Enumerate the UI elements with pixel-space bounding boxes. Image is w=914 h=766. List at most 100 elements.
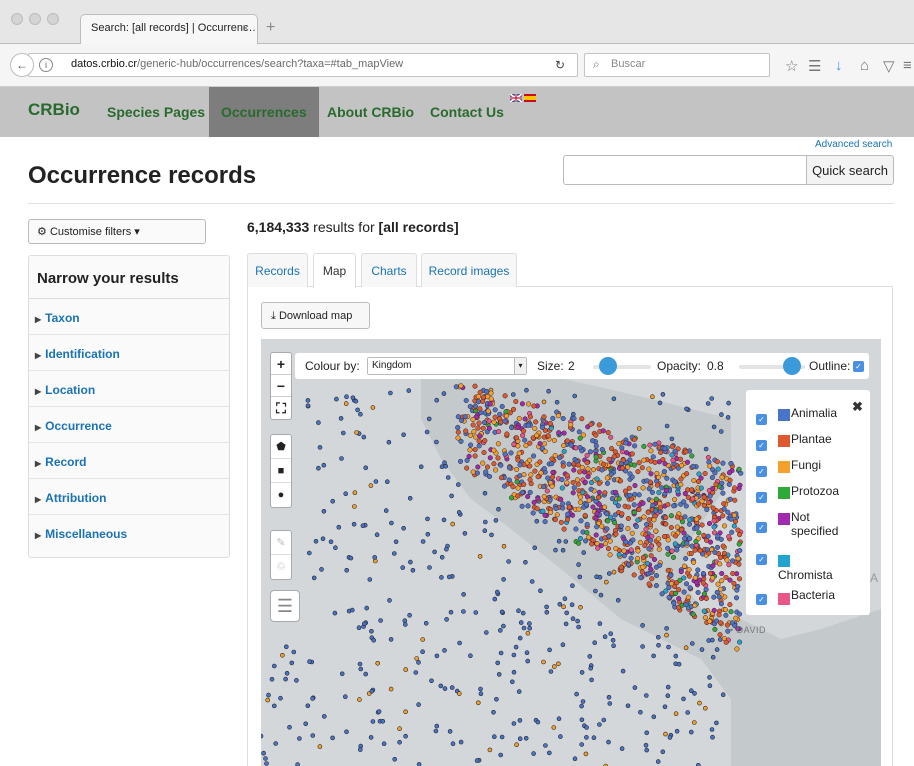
legend-checkbox[interactable]: ✓ (756, 522, 767, 533)
delete-shape-button[interactable]: ♲ (271, 555, 291, 579)
advanced-search-link[interactable]: Advanced search (815, 139, 892, 150)
occurrence-point (603, 579, 609, 585)
hamburger-icon[interactable]: ≡ (903, 57, 912, 74)
quick-search-button[interactable]: Quick search (806, 155, 894, 185)
occurrence-point (517, 462, 523, 468)
fullscreen-button[interactable]: ⛶ (271, 397, 291, 419)
tab-record-images[interactable]: Record images (421, 253, 517, 287)
new-tab-button[interactable]: + (266, 19, 275, 37)
draw-circle-button[interactable]: ● (271, 483, 291, 507)
nav-occurrences[interactable]: Occurrences (209, 87, 319, 137)
window-maximize-dot[interactable] (47, 13, 59, 25)
tab-map[interactable]: Map (313, 253, 356, 288)
occurrence-point (684, 406, 689, 412)
download-arrow-icon[interactable]: ↓ (835, 57, 843, 74)
facet-record[interactable]: ▶ Record (29, 443, 229, 479)
nav-species-pages[interactable]: Species Pages (107, 87, 205, 137)
layers-button[interactable]: ☰ (270, 590, 300, 622)
occurrence-point (650, 502, 656, 508)
occurrence-point (516, 689, 522, 694)
window-minimize-dot[interactable] (29, 13, 41, 25)
nav-contact[interactable]: Contact Us (430, 87, 504, 137)
occurrence-point (703, 595, 709, 602)
facet-location[interactable]: ▶ Location (29, 371, 229, 407)
zoom-in-button[interactable]: + (271, 353, 291, 375)
occurrence-point (439, 464, 445, 469)
occurrence-point (393, 539, 399, 545)
star-icon[interactable]: ☆ (785, 57, 798, 75)
tab-records[interactable]: Records (247, 253, 308, 287)
occurrence-point (709, 727, 715, 732)
occurrence-point (473, 610, 479, 615)
site-brand[interactable]: CRBio (28, 100, 80, 120)
legend-checkbox[interactable]: ✓ (756, 594, 767, 605)
occurrence-point (683, 581, 690, 587)
draw-polygon-button[interactable]: ⬟ (271, 435, 291, 459)
info-icon[interactable]: i (39, 58, 53, 72)
legend-checkbox[interactable]: ✓ (756, 440, 767, 451)
facet-identification[interactable]: ▶ Identification (29, 335, 229, 371)
pocket-icon[interactable]: ▽ (883, 57, 895, 75)
facet-attribution[interactable]: ▶ Attribution (29, 479, 229, 515)
tab-charts[interactable]: Charts (361, 253, 417, 287)
occurrence-point (655, 536, 662, 542)
browser-search-input[interactable]: ⌕ Buscar (584, 53, 770, 77)
colour-by-label: Colour by: (305, 359, 360, 373)
occurrence-point (665, 545, 671, 551)
legend-checkbox[interactable]: ✓ (756, 492, 767, 503)
occurrence-point (339, 671, 345, 677)
occurrence-point (462, 414, 468, 420)
occurrence-point (576, 624, 581, 630)
legend-checkbox[interactable]: ✓ (756, 554, 767, 565)
zoom-out-button[interactable]: − (271, 375, 291, 397)
occurrence-map[interactable]: + − ⛶ ⬟ ■ ● ✎ ♲ ☰ Colour by: Kingdom ▾ S… (261, 339, 881, 766)
map-options-bar: Colour by: Kingdom ▾ Size: 2 Opacity: 0.… (295, 353, 869, 379)
legend-swatch (778, 555, 790, 567)
reading-list-icon[interactable]: ☰ (808, 57, 821, 75)
draw-rectangle-button[interactable]: ■ (271, 459, 291, 483)
close-icon[interactable]: ✖ (852, 399, 863, 415)
occurrence-point (330, 498, 335, 504)
occurrence-point (351, 521, 357, 527)
opacity-slider-handle[interactable] (782, 357, 801, 375)
occurrence-point (701, 494, 707, 500)
occurrence-point (650, 454, 656, 460)
tab-close-icon[interactable]: × (242, 21, 249, 35)
download-map-button[interactable]: ⤓ Download map (261, 302, 370, 329)
occurrence-point (471, 429, 477, 435)
occurrence-point (525, 503, 531, 509)
occurrence-point (317, 744, 323, 749)
outline-checkbox[interactable]: ✓ (853, 361, 864, 372)
occurrence-point (584, 725, 589, 730)
reload-icon[interactable]: ↻ (555, 58, 565, 72)
window-close-dot[interactable] (11, 13, 23, 25)
facet-taxon[interactable]: ▶ Taxon (29, 299, 229, 335)
facet-occurrence[interactable]: ▶ Occurrence (29, 407, 229, 443)
occurrence-point (655, 759, 661, 764)
nav-about[interactable]: About CRBio (327, 87, 414, 137)
occurrence-point (690, 463, 696, 469)
occurrence-point (635, 469, 641, 475)
home-icon[interactable]: ⌂ (860, 57, 869, 74)
edit-shape-button[interactable]: ✎ (271, 531, 291, 555)
occurrence-point (625, 464, 631, 470)
spain-flag-icon[interactable] (524, 94, 536, 102)
back-button[interactable]: ← (10, 53, 34, 77)
occurrence-point (640, 485, 646, 491)
colour-by-select[interactable]: Kingdom ▾ (367, 357, 527, 375)
facet-miscellaneous[interactable]: ▶ Miscellaneous (29, 515, 229, 551)
occurrence-point (611, 454, 617, 460)
occurrence-point (709, 396, 715, 401)
occurrence-point (278, 695, 283, 701)
occurrence-point (637, 539, 643, 545)
uk-flag-icon[interactable] (510, 94, 522, 102)
occurrence-point (497, 411, 503, 417)
url-bar[interactable]: i datos.crbio.cr/generic-hub/occurrences… (28, 53, 578, 77)
size-slider-handle[interactable] (599, 357, 618, 375)
browser-tab[interactable]: Search: [all records] | Occurrenc… × (80, 14, 258, 44)
quick-search-input[interactable] (563, 155, 807, 185)
occurrence-point (527, 621, 532, 626)
customise-filters-button[interactable]: ⚙ Customise filters ▾ (28, 219, 206, 244)
legend-checkbox[interactable]: ✓ (756, 466, 767, 477)
legend-checkbox[interactable]: ✓ (756, 414, 767, 425)
